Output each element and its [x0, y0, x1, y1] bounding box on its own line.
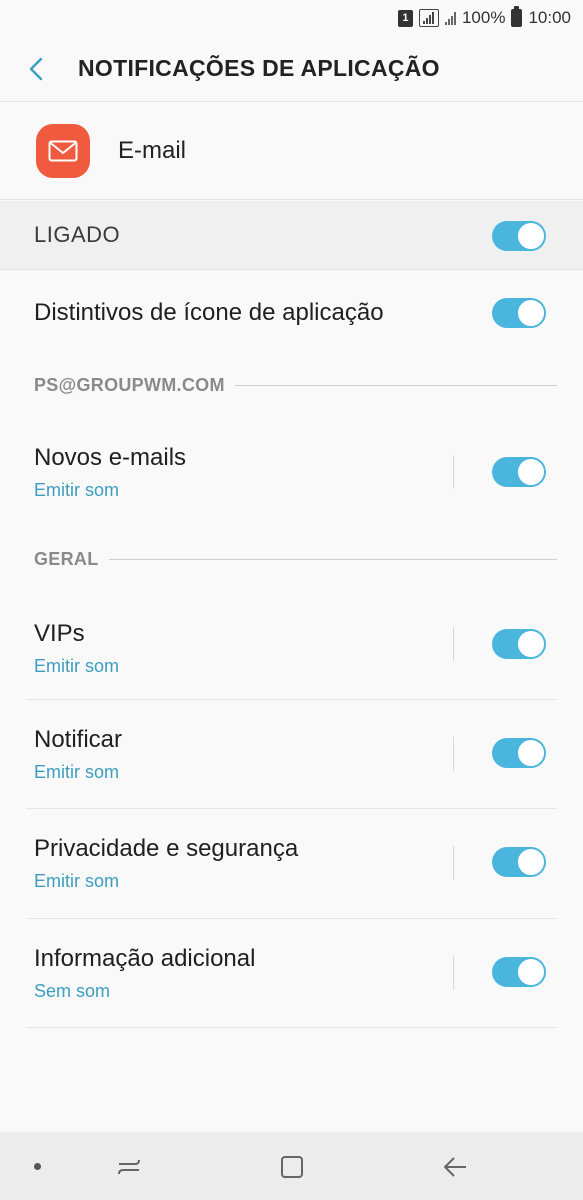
app-icon-badges-row[interactable]: Distintivos de ícone de aplicação	[0, 270, 583, 356]
clock: 10:00	[528, 8, 571, 27]
recents-icon	[118, 1159, 140, 1175]
status-bar: 1 100% 10:00	[0, 0, 583, 36]
setting-item-subtitle: Emitir som	[34, 655, 119, 676]
home-icon	[281, 1156, 303, 1178]
app-name: E-mail	[118, 136, 187, 164]
sim-card-icon: 1	[397, 9, 413, 27]
master-switch-row[interactable]: LIGADO	[0, 201, 583, 270]
setting-item-subtitle: Emitir som	[34, 479, 119, 500]
setting-item-title: Notificar	[34, 725, 123, 753]
navigation-bar	[0, 1132, 583, 1200]
section-header-account: PS@GROUPWM.COM	[34, 373, 557, 397]
setting-item-title: Novos e-mails	[34, 443, 187, 471]
notify-toggle[interactable]	[492, 738, 546, 768]
back-button[interactable]	[0, 36, 78, 102]
master-switch-label: LIGADO	[34, 222, 121, 247]
setting-item-title: VIPs	[34, 619, 85, 647]
chevron-left-icon	[29, 57, 43, 80]
new-emails-toggle[interactable]	[492, 457, 546, 487]
home-button[interactable]	[277, 1152, 307, 1182]
app-bar: NOTIFICAÇÕES DE APLICAÇÃO	[0, 36, 583, 102]
app-icon-badges-title: Distintivos de ícone de aplicação	[34, 299, 384, 326]
system-back-button[interactable]	[440, 1152, 470, 1182]
setting-item-title: Privacidade e segurança	[34, 835, 299, 862]
page-title: NOTIFICAÇÕES DE APLICAÇÃO	[78, 55, 440, 81]
vips-toggle[interactable]	[492, 629, 546, 659]
section-header-general: GERAL	[34, 547, 557, 571]
setting-item-subtitle: Emitir som	[34, 761, 119, 782]
setting-item-new-emails[interactable]: Novos e-mails Emitir som	[0, 424, 583, 520]
setting-item-subtitle: Emitir som	[34, 871, 119, 891]
setting-item-vips[interactable]: VIPs Emitir som	[0, 597, 583, 699]
app-icon-badges-toggle[interactable]	[492, 298, 546, 328]
nav-hide-dot[interactable]	[34, 1163, 41, 1170]
setting-item-notify[interactable]: Notificar Emitir som	[0, 700, 583, 808]
app-header: E-mail	[0, 102, 583, 200]
battery-percent: 100%	[461, 8, 506, 27]
battery-icon	[511, 6, 523, 27]
screen: 1 100% 10:00 NOTIFICAÇÕES DE APLICAÇÃO E…	[0, 0, 583, 1200]
signal-icon	[418, 9, 439, 27]
setting-item-privacy-security[interactable]: Privacidade e segurança Emitir som	[0, 809, 583, 918]
signal-bars-icon	[444, 11, 456, 25]
back-icon	[444, 1157, 466, 1177]
privacy-security-toggle[interactable]	[492, 847, 546, 877]
setting-item-additional-info[interactable]: Informação adicional Sem som	[0, 919, 583, 1027]
additional-info-toggle[interactable]	[492, 957, 546, 987]
recents-button[interactable]	[114, 1152, 144, 1182]
master-switch-toggle[interactable]	[492, 221, 546, 251]
setting-item-subtitle: Sem som	[34, 980, 111, 1001]
envelope-icon	[36, 123, 90, 178]
setting-item-title: Informação adicional	[34, 944, 256, 972]
